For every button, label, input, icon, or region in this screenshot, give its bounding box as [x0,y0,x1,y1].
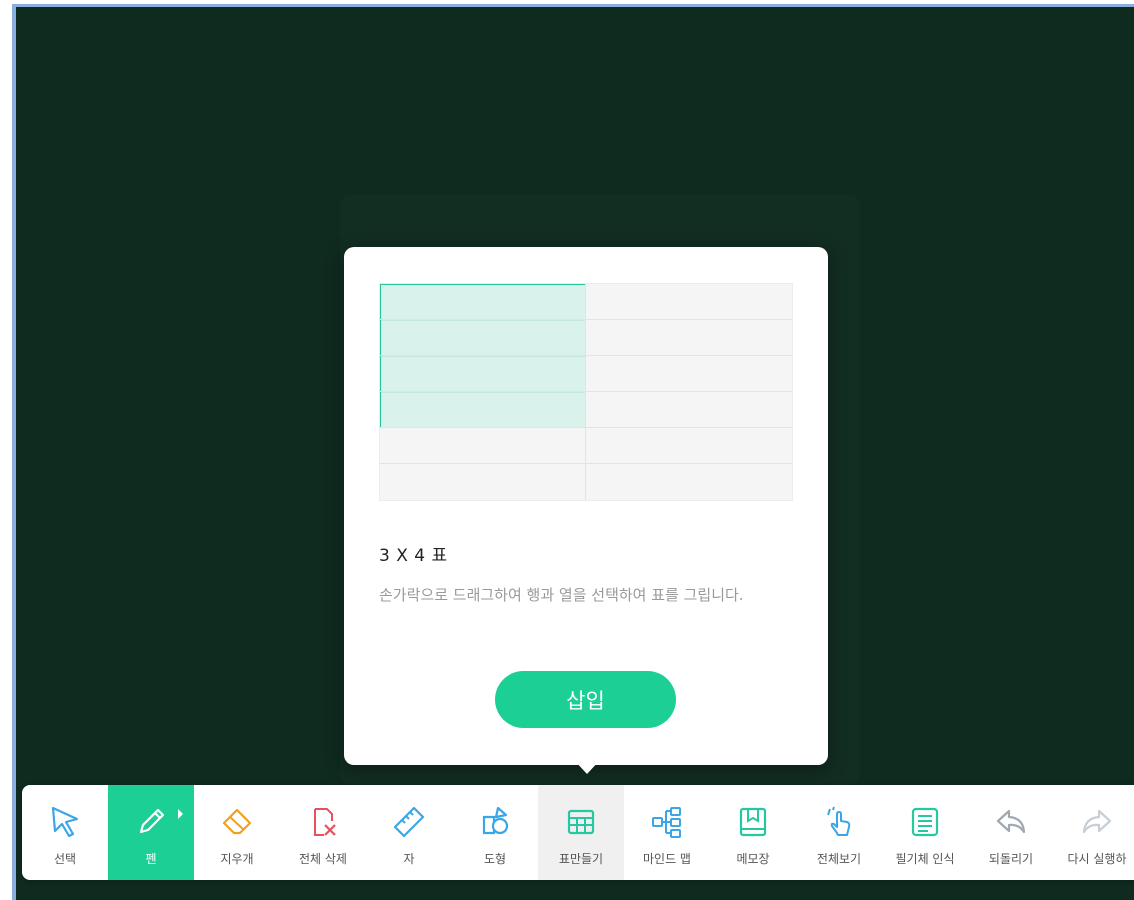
tool-label: 전체보기 [816,852,862,866]
handwriting-icon [911,807,939,837]
window-border-left [12,4,16,900]
tool-table[interactable]: 표만들기 [538,785,624,880]
pen-icon [139,808,165,834]
tool-label: 전체 삭제 [299,852,347,866]
tool-label: 필기체 인식 [895,852,955,866]
tool-label: 되돌리기 [988,852,1034,866]
ruler-icon [393,806,425,838]
grid-row-line [380,391,792,392]
mind-map-icon [652,807,681,838]
tool-label: 도형 [483,852,507,866]
grid-row-line [380,355,792,356]
tool-pen[interactable]: 펜 [108,785,194,880]
notepad-icon [739,807,767,837]
table-size-grid[interactable] [379,283,793,501]
insert-button[interactable]: 삽입 [495,671,676,728]
dialog-pointer [574,760,600,774]
tool-mind-map[interactable]: 마인드 맵 [624,785,710,880]
tool-shapes[interactable]: 도형 [452,785,538,880]
tool-label: 자 [403,852,415,866]
grid-row-line [380,427,792,428]
tool-label: 표만들기 [558,852,604,866]
table-instruction-text: 손가락으로 드래그하여 행과 열을 선택하여 표를 그립니다. [379,586,744,604]
table-insert-dialog: 3 X 4 표 손가락으로 드래그하여 행과 열을 선택하여 표를 그립니다. … [344,247,828,765]
grid-row-line [380,319,792,320]
tool-handwriting[interactable]: 필기체 인식 [882,785,968,880]
tool-label: 선택 [53,852,77,866]
pen-options-arrow[interactable] [178,809,183,819]
tool-label: 마인드 맵 [643,852,691,866]
tool-ruler[interactable]: 자 [366,785,452,880]
undo-icon [996,809,1026,834]
shapes-icon [482,806,509,835]
bottom-toolbar: 선택 펜 지우개 전체 삭제 자 도형 표만들기 마인드 맵 메모장 전체보기 … [22,785,1134,880]
view-all-icon [827,806,851,836]
grid-row-line [380,463,792,464]
eraser-icon [222,808,252,835]
tool-label: 다시 실행하 [1067,852,1127,866]
tool-notepad[interactable]: 메모장 [710,785,796,880]
table-size-label: 3 X 4 표 [379,546,448,566]
select-cursor-icon [51,806,79,838]
tool-label: 지우개 [220,852,254,866]
tool-select[interactable]: 선택 [22,785,108,880]
tool-eraser[interactable]: 지우개 [194,785,280,880]
grid-col-line [585,284,586,500]
tool-undo[interactable]: 되돌리기 [968,785,1054,880]
tool-label: 펜 [145,852,157,866]
tool-redo[interactable]: 다시 실행하 [1054,785,1134,880]
tool-label: 메모장 [736,852,770,866]
tool-clear-all[interactable]: 전체 삭제 [280,785,366,880]
tool-view-all[interactable]: 전체보기 [796,785,882,880]
redo-icon [1082,809,1112,834]
app-window: 3 X 4 표 손가락으로 드래그하여 행과 열을 선택하여 표를 그립니다. … [0,0,1134,900]
clear-all-icon [314,808,336,836]
table-selection-highlight [380,284,586,428]
table-icon [567,809,595,835]
window-border-top [12,4,1134,7]
